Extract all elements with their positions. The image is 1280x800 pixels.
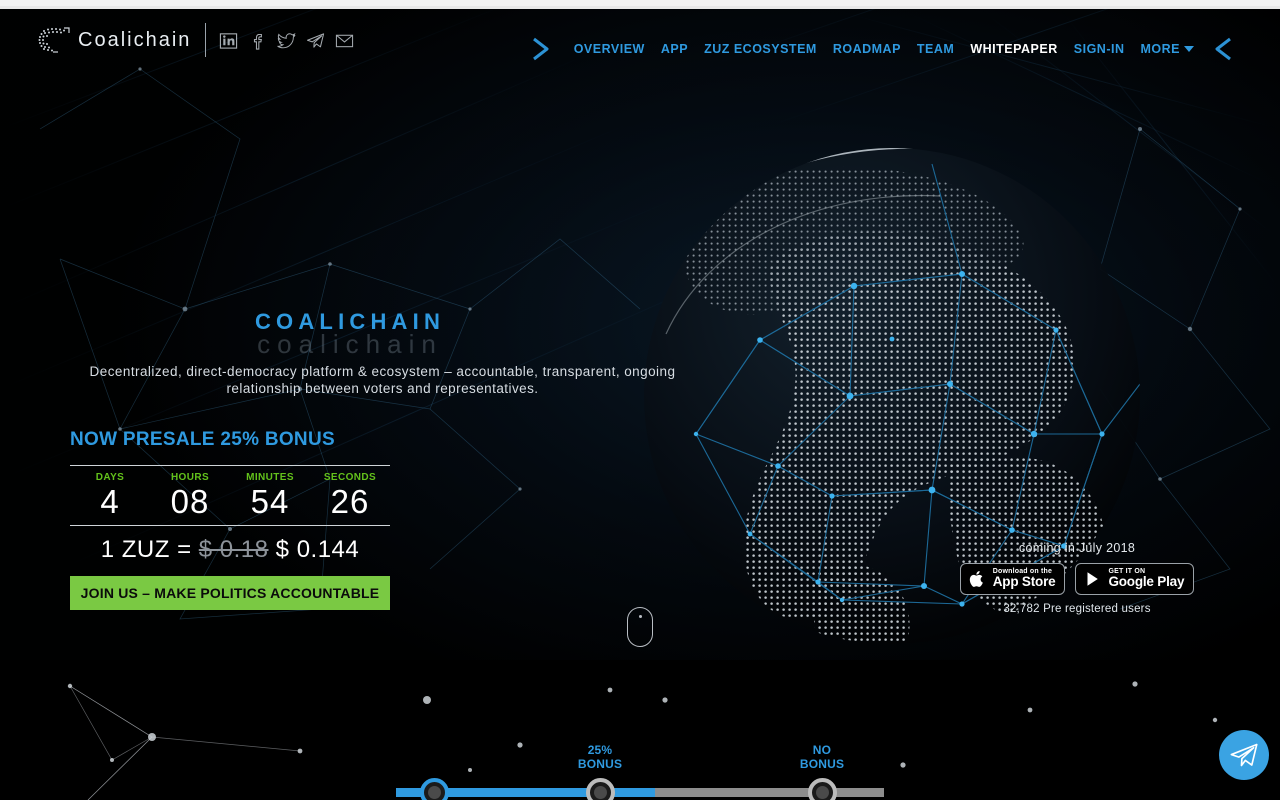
nav-item-team[interactable]: TEAM: [909, 42, 962, 56]
nav-item-more[interactable]: MORE: [1133, 42, 1203, 56]
token-price: 1 ZUZ = $ 0.18 $ 0.144: [70, 526, 390, 572]
hero-section: COALICHAIN coalichain Decentralized, dir…: [0, 9, 1280, 660]
bonus-marker-none-line2: BONUS: [799, 757, 845, 771]
store-badges: Download on the App Store GET IT ON Goog…: [952, 563, 1202, 595]
apple-icon: [969, 570, 983, 587]
price-prefix: 1 ZUZ =: [100, 536, 192, 563]
nav-item-roadmap[interactable]: ROADMAP: [825, 42, 909, 56]
join-us-button[interactable]: JOIN US – MAKE POLITICS ACCOUNTABLE: [70, 576, 390, 610]
nav-more-label: MORE: [1140, 42, 1180, 56]
chevron-left-icon: [1215, 37, 1231, 61]
chevron-right-icon: [532, 37, 549, 61]
bonus-knob-none[interactable]: [808, 778, 837, 800]
countdown-cell-seconds: SECONDS 26: [310, 472, 390, 521]
presale-panel: NOW PRESALE 25% BONUS DAYS 4 HOURS 08 MI…: [70, 429, 390, 610]
bonus-marker-25-line2: BONUS: [577, 757, 623, 771]
app-promo-block: coming in July 2018 Download on the App …: [952, 541, 1202, 615]
countdown-cell-hours: HOURS 08: [150, 472, 230, 521]
telegram-icon[interactable]: [306, 31, 325, 50]
nav-item-overview[interactable]: OVERVIEW: [566, 42, 653, 56]
coalichain-c-logo: [38, 27, 70, 53]
main-navigation: OVERVIEW APP ZUZ ECOSYSTEM ROADMAP TEAM …: [526, 18, 1242, 80]
countdown-label-hours: HOURS: [170, 472, 210, 483]
telegram-icon: [1230, 743, 1258, 767]
linkedin-icon[interactable]: [219, 31, 238, 50]
bonus-knob-25[interactable]: [586, 778, 615, 800]
nav-item-zuz-ecosystem[interactable]: ZUZ ECOSYSTEM: [696, 42, 825, 56]
page-root: COALICHAIN coalichain Decentralized, dir…: [0, 0, 1280, 800]
hero-title-reflection: coalichain: [257, 329, 443, 359]
bonus-marker-25-line1: 25%: [587, 743, 613, 757]
price-new: $ 0.144: [275, 536, 360, 563]
google-play-big-label: Google Play: [1108, 574, 1185, 590]
countdown-cell-minutes: MINUTES 54: [230, 472, 310, 521]
google-play-button[interactable]: GET IT ON Google Play: [1075, 563, 1195, 595]
price-old: $ 0.18: [198, 536, 269, 563]
countdown-value-hours: 08: [170, 483, 210, 520]
email-icon[interactable]: [335, 31, 354, 50]
countdown-timer: DAYS 4 HOURS 08 MINUTES 54 SECONDS 26: [70, 465, 390, 526]
brand-name: Coalichain: [78, 28, 192, 51]
bottom-network-decoration: [67, 681, 1218, 800]
brand-divider: [205, 23, 207, 57]
facebook-icon[interactable]: [248, 31, 267, 50]
social-links: [219, 31, 354, 50]
countdown-label-days: DAYS: [95, 472, 125, 483]
google-play-icon: [1087, 571, 1099, 586]
bonus-slider-section: 25% BONUS NO BONUS: [0, 660, 1280, 800]
countdown-value-minutes: 54: [250, 483, 290, 520]
bonus-marker-none: NO BONUS: [782, 743, 862, 771]
bonus-knob-current[interactable]: [420, 778, 449, 800]
registered-users-count: 32,782 Pre registered users: [1003, 602, 1151, 615]
presale-heading: NOW PRESALE 25% BONUS: [70, 429, 335, 450]
nav-links: OVERVIEW APP ZUZ ECOSYSTEM ROADMAP TEAM …: [560, 42, 1208, 56]
hero-tagline: Decentralized, direct-democracy platform…: [89, 364, 676, 396]
browser-chrome-strip: [0, 0, 1280, 9]
nav-item-whitepaper[interactable]: WHITEPAPER: [962, 42, 1065, 56]
bonus-marker-none-line1: NO: [812, 743, 832, 757]
nav-item-sign-in[interactable]: SIGN-IN: [1066, 42, 1133, 56]
brand-block[interactable]: Coalichain: [36, 20, 354, 60]
app-coming-date: coming in July 2018: [1018, 541, 1136, 555]
site-header: Coalichain OVERVIEW APP ZUZ ECOSYSTEM RO…: [0, 9, 1280, 71]
telegram-fab-button[interactable]: [1219, 730, 1269, 780]
app-store-big-label: App Store: [992, 574, 1056, 590]
countdown-value-seconds: 26: [330, 483, 370, 520]
app-store-button[interactable]: Download on the App Store: [959, 563, 1066, 595]
scroll-mouse-icon[interactable]: [627, 607, 653, 647]
countdown-value-days: 4: [100, 483, 120, 520]
nav-item-app[interactable]: APP: [653, 42, 696, 56]
twitter-icon[interactable]: [277, 31, 296, 50]
countdown-label-minutes: MINUTES: [246, 472, 294, 483]
chevron-down-icon: [1184, 46, 1194, 52]
hero-title-block: COALICHAIN coalichain: [0, 309, 700, 360]
bonus-marker-25: 25% BONUS: [560, 743, 640, 771]
countdown-cell-days: DAYS 4: [70, 472, 150, 521]
countdown-label-seconds: SECONDS: [323, 472, 377, 483]
